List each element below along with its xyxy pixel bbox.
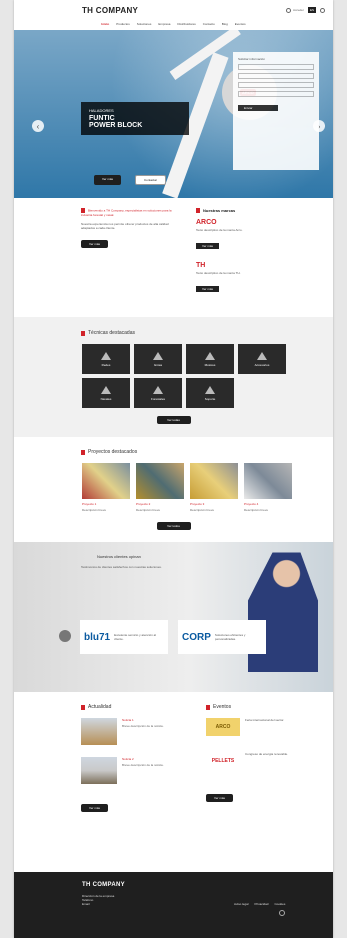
hero-buttons: Ver más Contactar <box>94 175 167 185</box>
footer-contact: Dirección de la empresa Teléfono Email <box>82 894 115 906</box>
social-icon[interactable] <box>279 910 285 916</box>
hero-secondary-button[interactable]: Contactar <box>135 175 167 185</box>
project-card[interactable]: Proyecto 1 Descripción breve <box>82 463 130 512</box>
client-cards: blu71 Excelente servicio y atención al cl… <box>80 620 266 655</box>
project-card[interactable]: Proyecto 2 Descripción breve <box>136 463 184 512</box>
top-links: Acceder ES <box>285 7 325 13</box>
intro-row: Bienvenido a TH Company, especialistas e… <box>14 198 333 305</box>
tech-tile[interactable]: Motores <box>186 344 234 375</box>
brand-th: TH Texto descriptivo de la marca TH. Ver… <box>196 262 241 293</box>
search-icon[interactable] <box>320 7 325 13</box>
menu-item-eventos[interactable]: Eventos <box>235 22 246 26</box>
brand-th-button[interactable]: Ver más <box>196 286 220 293</box>
site-logo[interactable]: TH COMPANY <box>82 6 138 15</box>
projects-carousel: Proyecto 1 Descripción breve Proyecto 2 De… <box>82 463 333 512</box>
menu-item-productos[interactable]: Productos <box>116 22 130 26</box>
about-block: Bienvenido a TH Company, especialistas e… <box>81 208 172 248</box>
hero-banner: ARCO HALADORES FUNTIC POWER BLOCK Ver má… <box>14 30 333 198</box>
tech-icon <box>101 385 111 394</box>
client-photo <box>248 552 318 673</box>
footer-link[interactable]: Aviso legal <box>234 902 248 906</box>
news-item[interactable]: Noticia 2 Breve descripción de la noticia… <box>81 757 186 785</box>
hero-primary-button[interactable]: Ver más <box>94 175 122 185</box>
news-icon <box>81 704 85 710</box>
brands-block: Nuestras marcas ARCO Texto descriptivo d… <box>196 208 296 305</box>
news-events-section: Actualidad Noticia 1 Breve descripción de… <box>81 692 333 826</box>
calendar-icon <box>206 704 210 710</box>
form-email-input[interactable] <box>238 73 314 79</box>
tech-tile[interactable]: Grúas <box>134 344 182 375</box>
hero-caption: HALADORES FUNTIC POWER BLOCK <box>81 102 189 135</box>
tech-tile[interactable]: Soporte <box>186 378 234 409</box>
client-card[interactable]: blu71 Excelente servicio y atención al cl… <box>80 620 168 655</box>
clients-section: Nuestros clientes opinan Testimonios de … <box>14 542 333 693</box>
footer-links: Aviso legal Privacidad Cookies <box>234 902 285 906</box>
projects-more-button[interactable]: Ver todos <box>156 522 191 531</box>
form-message-input[interactable] <box>238 91 314 97</box>
form-phone-input[interactable] <box>238 82 314 88</box>
user-icon <box>285 7 291 13</box>
contact-form: Solicitar información Enviar <box>233 52 319 170</box>
section-title: Técnicas destacadas <box>81 330 333 336</box>
main-menu: Inicio Productos Soluciones Empresa Dist… <box>14 20 333 28</box>
tech-icon <box>153 385 163 394</box>
event-item[interactable]: PELLETS Congreso de energía renovable. <box>206 752 311 770</box>
news-item[interactable]: Noticia 1 Breve descripción de la noticia… <box>81 718 186 746</box>
events-more-button[interactable]: Ver más <box>206 794 234 803</box>
form-name-input[interactable] <box>238 64 314 70</box>
project-card[interactable]: Proyecto 3 Descripción breve <box>190 463 238 512</box>
warning-icon <box>81 330 85 336</box>
brand-arco-button[interactable]: Ver más <box>196 243 220 250</box>
form-submit-button[interactable]: Enviar <box>238 105 278 111</box>
client-card[interactable]: CORP Soluciones eficientes y personalizad… <box>178 620 266 655</box>
menu-item-contacto[interactable]: Contacto <box>203 22 215 26</box>
tech-tile[interactable]: Accesorios <box>238 344 286 375</box>
tech-icon <box>205 385 215 394</box>
page: TH COMPANY Acceder ES Inicio Productos S… <box>14 0 333 938</box>
login-link[interactable]: Acceder <box>285 7 304 13</box>
tech-tile[interactable]: Navales <box>82 378 130 409</box>
projects-section: Proyectos destacados Proyecto 1 Descripci… <box>14 437 333 542</box>
tech-icon <box>257 351 267 360</box>
project-card[interactable]: Proyecto 4 Descripción breve <box>244 463 292 512</box>
pin-icon <box>196 208 200 214</box>
event-item[interactable]: ARCO Feria internacional del sector. <box>206 718 311 737</box>
techniques-section: Técnicas destacadas Redes Grúas Motores … <box>14 317 333 438</box>
intro-more-button[interactable]: Ver más <box>81 240 109 248</box>
footer-link[interactable]: Privacidad <box>254 902 268 906</box>
tech-tile[interactable]: Forestales <box>134 378 182 409</box>
carousel-prev[interactable]: ‹ <box>32 120 44 132</box>
news-column: Actualidad Noticia 1 Breve descripción de… <box>81 704 186 814</box>
play-icon[interactable] <box>59 630 71 643</box>
menu-item-inicio[interactable]: Inicio <box>101 22 109 26</box>
tech-icon <box>101 351 111 360</box>
techniques-grid: Redes Grúas Motores Accesorios Navales F… <box>82 344 292 409</box>
news-more-button[interactable]: Ver más <box>81 804 109 813</box>
projects-icon <box>81 449 85 455</box>
tech-icon <box>153 351 163 360</box>
tech-icon <box>205 351 215 360</box>
top-bar: TH COMPANY Acceder ES <box>14 0 333 20</box>
tech-tile[interactable]: Redes <box>82 344 130 375</box>
menu-item-blog[interactable]: Blog <box>222 22 228 26</box>
menu-item-soluciones[interactable]: Soluciones <box>137 22 152 26</box>
footer-link[interactable]: Cookies <box>274 902 285 906</box>
brand-arco: ARCO Texto descriptivo de la marca Arco.… <box>196 219 243 250</box>
menu-item-distribuidores[interactable]: Distribuidores <box>177 22 195 26</box>
language-selector[interactable]: ES <box>307 7 316 13</box>
tech-more-button[interactable]: Ver todas <box>156 416 191 425</box>
footer: TH COMPANY Dirección de la empresa Teléf… <box>14 872 333 938</box>
events-column: Eventos ARCO Feria internacional del sect… <box>206 704 311 814</box>
menu-item-empresa[interactable]: Empresa <box>158 22 170 26</box>
